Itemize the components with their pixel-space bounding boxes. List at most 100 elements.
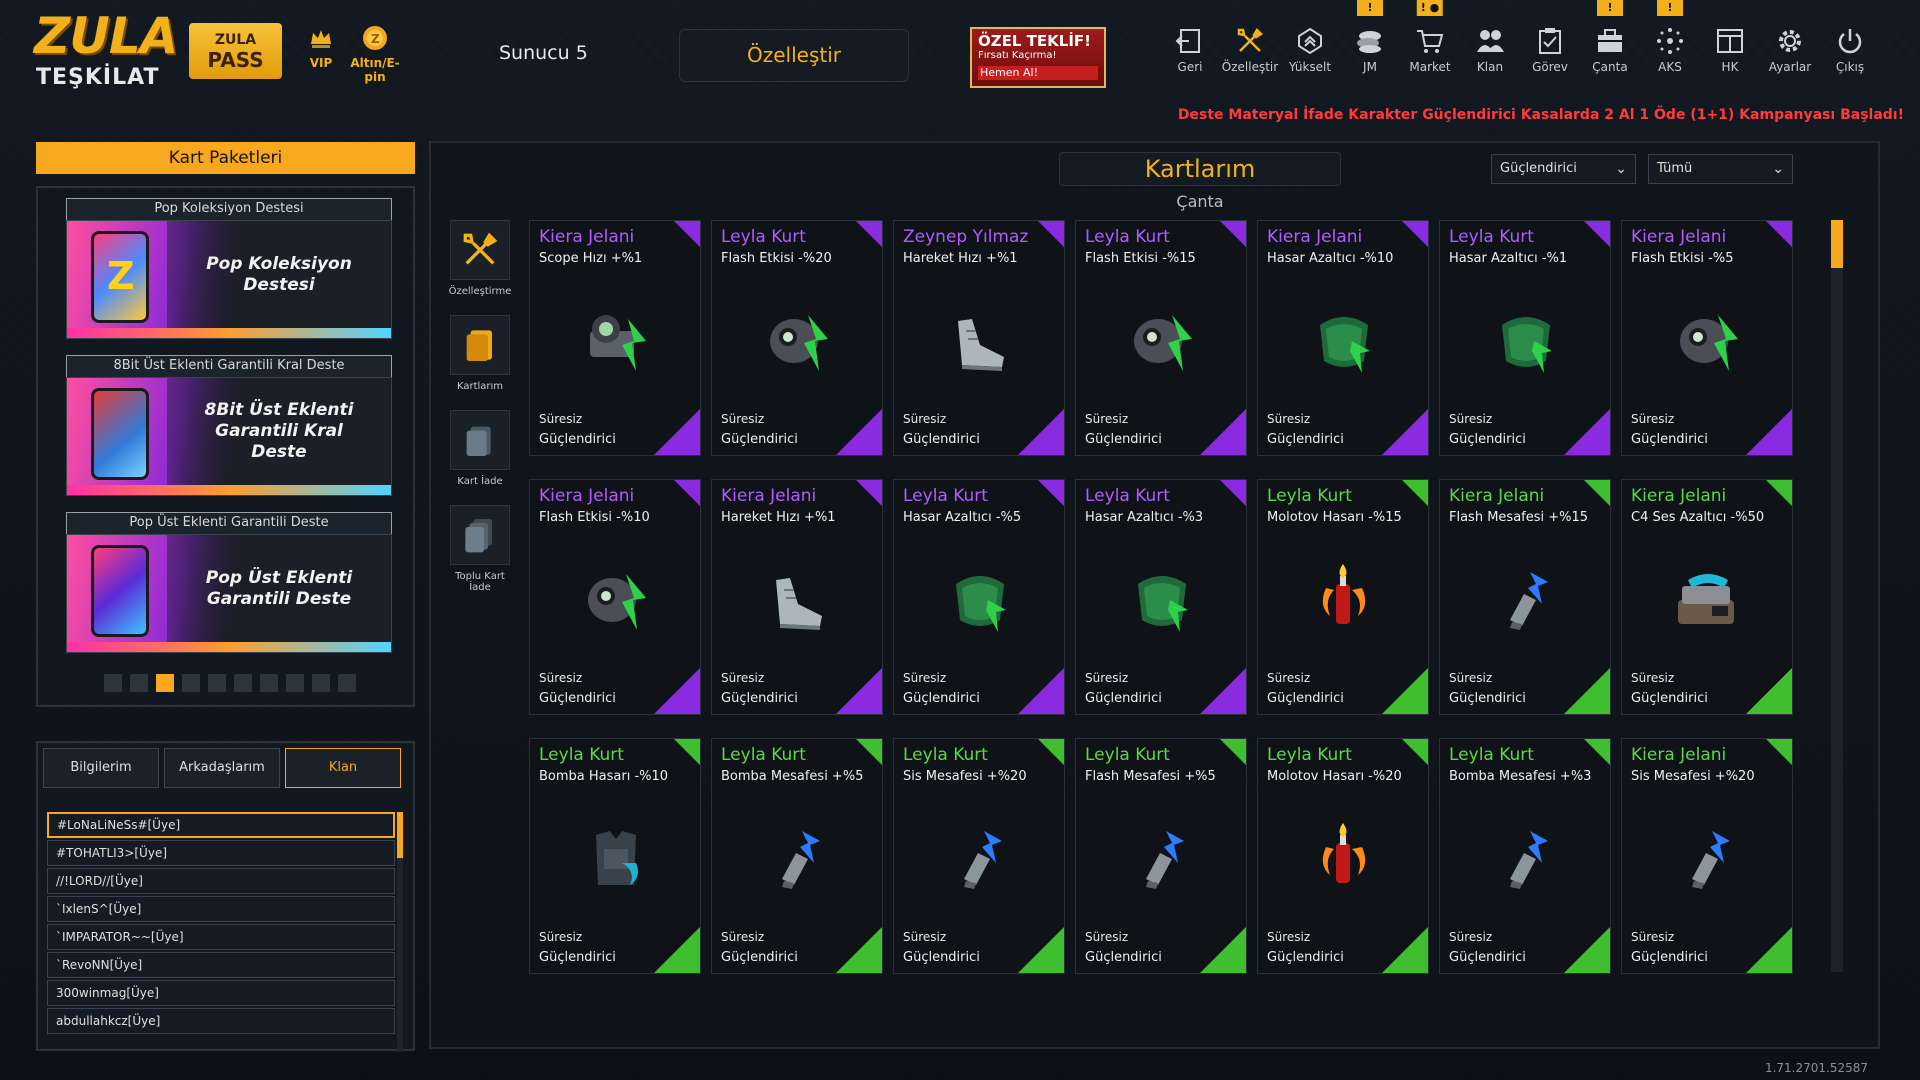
special-offer-button[interactable]: ÖZEL TEKLİF! Fırsatı Kaçırma! Hemen Al! [970, 27, 1106, 88]
booster-card[interactable]: Leyla Kurt Hasar Azaltıcı -%5 Süresiz Güçle… [893, 479, 1065, 715]
booster-card[interactable]: Kiera Jelani Hasar Azaltıcı -%10 Süresiz Gü… [1257, 220, 1429, 456]
card-character-name: Kiera Jelani [539, 486, 635, 506]
booster-card[interactable]: Leyla Kurt Flash Etkisi -%15 Süresiz Güçlen… [1075, 220, 1247, 456]
list-item[interactable]: 300winmag[Üye] [47, 980, 395, 1006]
altin-label: Altın/E-pin [350, 56, 400, 84]
nav-7[interactable]: ! Çanta [1580, 0, 1640, 74]
booster-card[interactable]: Leyla Kurt Molotov Hasarı -%15 Süresiz Güçl… [1257, 479, 1429, 715]
member-list-scroll-thumb[interactable] [397, 812, 403, 858]
card-pack-0[interactable]: Pop Koleksiyon Destesi Z Pop Koleksiyon Des… [66, 198, 392, 339]
card-grid-scroll-thumb[interactable] [1831, 220, 1843, 268]
pagination-dot[interactable] [208, 674, 226, 692]
zula-pass-button[interactable]: ZULA PASS [189, 23, 282, 79]
pagination-dot[interactable] [156, 674, 174, 692]
booster-card[interactable]: Leyla Kurt Hasar Azaltıcı -%1 Süresiz Güçle… [1439, 220, 1611, 456]
booster-card[interactable]: Zeynep Yılmaz Hareket Hızı +%1 Süresiz Güçl… [893, 220, 1065, 456]
card-character-name: Leyla Kurt [1085, 227, 1170, 247]
pagination-dot[interactable] [182, 674, 200, 692]
pagination-dot[interactable] [338, 674, 356, 692]
card-duration: Süresiz [1267, 930, 1311, 944]
booster-card[interactable]: Leyla Kurt Bomba Hasarı -%10 Süresiz Güçlen… [529, 738, 701, 974]
grenade-item-icon [1146, 831, 1184, 889]
nav-2[interactable]: Yükselt [1280, 26, 1340, 74]
list-item[interactable]: #LoNaLiNeSs#[Üye] [47, 812, 395, 838]
nav-6[interactable]: Görev [1520, 26, 1580, 74]
grenade-item-icon [1510, 831, 1548, 889]
customize-button[interactable]: Özelleştir [679, 29, 909, 82]
pagination-dot[interactable] [286, 674, 304, 692]
card-type: Güçlendirici [1085, 691, 1162, 706]
booster-card[interactable]: Leyla Kurt Molotov Hasarı -%20 Süresiz Güçl… [1257, 738, 1429, 974]
tab-0[interactable]: Bilgilerim [43, 748, 159, 788]
pagination-dot[interactable] [104, 674, 122, 692]
list-item[interactable]: #TOHATLI3>[Üye] [47, 840, 395, 866]
card-duration: Süresiz [1085, 671, 1129, 685]
nav-8[interactable]: ! AKS [1640, 0, 1700, 74]
nav-label: Geri [1177, 60, 1203, 74]
card-stat: Hasar Azaltıcı -%1 [1449, 251, 1568, 266]
list-item[interactable]: `IMPARATOR~~[Üye] [47, 924, 395, 950]
nav-4[interactable]: ! ● Market [1400, 0, 1460, 74]
booster-card[interactable]: Leyla Kurt Bomba Mesafesi +%5 Süresiz Güçle… [711, 738, 883, 974]
booster-card[interactable]: Leyla Kurt Flash Etkisi -%20 Süresiz Güçlen… [711, 220, 883, 456]
card-duration: Süresiz [721, 412, 765, 426]
side-tool-1[interactable]: Kartlarım [446, 315, 514, 392]
side-tool-button[interactable] [450, 410, 510, 470]
booster-card[interactable]: Kiera Jelani Sis Mesafesi +%20 Süresiz Güçl… [1621, 738, 1793, 974]
list-item[interactable]: abdullahkcz[Üye] [47, 1008, 395, 1034]
vip-button[interactable]: VIP [303, 24, 339, 70]
booster-card[interactable]: Leyla Kurt Sis Mesafesi +%20 Süresiz Güçlen… [893, 738, 1065, 974]
nav-1[interactable]: Özelleştir [1220, 26, 1280, 74]
side-tool-2[interactable]: Kart İade [446, 410, 514, 487]
category-filter-dropdown[interactable]: Güçlendirici ⌄ [1491, 154, 1636, 184]
molotov-item-icon [1322, 564, 1366, 624]
booster-card[interactable]: Kiera Jelani C4 Ses Azaltıcı -%50 Süresiz G… [1621, 479, 1793, 715]
booster-card[interactable]: Kiera Jelani Scope Hızı +%1 Süresiz Güçlend… [529, 220, 701, 456]
card-stat: Hareket Hızı +%1 [903, 251, 1018, 266]
card-character-name: Kiera Jelani [721, 486, 817, 506]
zula-logo[interactable]: ZULA TEŞKİLAT [34, 8, 178, 92]
nav-0[interactable]: Geri [1160, 26, 1220, 74]
side-tool-3[interactable]: Toplu Kart İade [446, 505, 514, 593]
tab-1[interactable]: Arkadaşlarım [164, 748, 280, 788]
list-item[interactable]: `IxlenS^[Üye] [47, 896, 395, 922]
tab-2[interactable]: Klan [285, 748, 401, 788]
pagination-dot[interactable] [130, 674, 148, 692]
nav-label: Market [1409, 60, 1451, 74]
pagination-dot[interactable] [234, 674, 252, 692]
member-list-scrollbar[interactable] [397, 812, 403, 1052]
booster-card[interactable]: Leyla Kurt Flash Mesafesi +%5 Süresiz Güçle… [1075, 738, 1247, 974]
card-stat: Molotov Hasarı -%15 [1267, 510, 1402, 525]
booster-card[interactable]: Leyla Kurt Hasar Azaltıcı -%3 Süresiz Güçle… [1075, 479, 1247, 715]
flash-item-icon [1680, 315, 1738, 371]
side-tool-button[interactable] [450, 315, 510, 375]
booster-card[interactable]: Kiera Jelani Hareket Hızı +%1 Süresiz Güçle… [711, 479, 883, 715]
card-pack-1[interactable]: 8Bit Üst Eklenti Garantili Kral Deste 8Bi… [66, 355, 392, 496]
booster-card[interactable]: Kiera Jelani Flash Mesafesi +%15 Süresiz Gü… [1439, 479, 1611, 715]
card-stat: Flash Etkisi -%15 [1085, 251, 1196, 266]
side-tool-button[interactable] [450, 220, 510, 280]
side-tool-button[interactable] [450, 505, 510, 565]
card-grid-scrollbar[interactable] [1831, 220, 1843, 972]
booster-card[interactable]: Kiera Jelani Flash Etkisi -%10 Süresiz Güçl… [529, 479, 701, 715]
scope-filter-dropdown[interactable]: Tümü ⌄ [1648, 154, 1793, 184]
nav-10[interactable]: Ayarlar [1760, 26, 1820, 74]
category-filter-value: Güçlendirici [1500, 161, 1577, 176]
nav-5[interactable]: Klan [1460, 26, 1520, 74]
booster-card[interactable]: Leyla Kurt Bomba Mesafesi +%3 Süresiz Güçle… [1439, 738, 1611, 974]
list-item[interactable]: //!LORD//[Üye] [47, 868, 395, 894]
booster-card[interactable]: Kiera Jelani Flash Etkisi -%5 Süresiz Güçle… [1621, 220, 1793, 456]
side-tool-0[interactable]: Özelleştirme [446, 220, 514, 297]
card-pack-2[interactable]: Pop Üst Eklenti Garantili Deste Pop Üst E… [66, 512, 392, 653]
altin-epin-button[interactable]: Z Altın/E-pin [340, 24, 410, 84]
nav-3[interactable]: ! JM [1340, 0, 1400, 74]
pagination-dot[interactable] [312, 674, 330, 692]
nav-9[interactable]: HK [1700, 26, 1760, 74]
list-item[interactable]: `RevoNN[Üye] [47, 952, 395, 978]
side-tool-label: Toplu Kart İade [455, 571, 505, 593]
rarity-corner [1584, 221, 1610, 247]
card-stat: Flash Mesafesi +%5 [1085, 769, 1216, 784]
pagination-dot[interactable] [260, 674, 278, 692]
side-tool-label: Kartlarım [456, 381, 504, 392]
nav-11[interactable]: Çıkış [1820, 26, 1880, 74]
